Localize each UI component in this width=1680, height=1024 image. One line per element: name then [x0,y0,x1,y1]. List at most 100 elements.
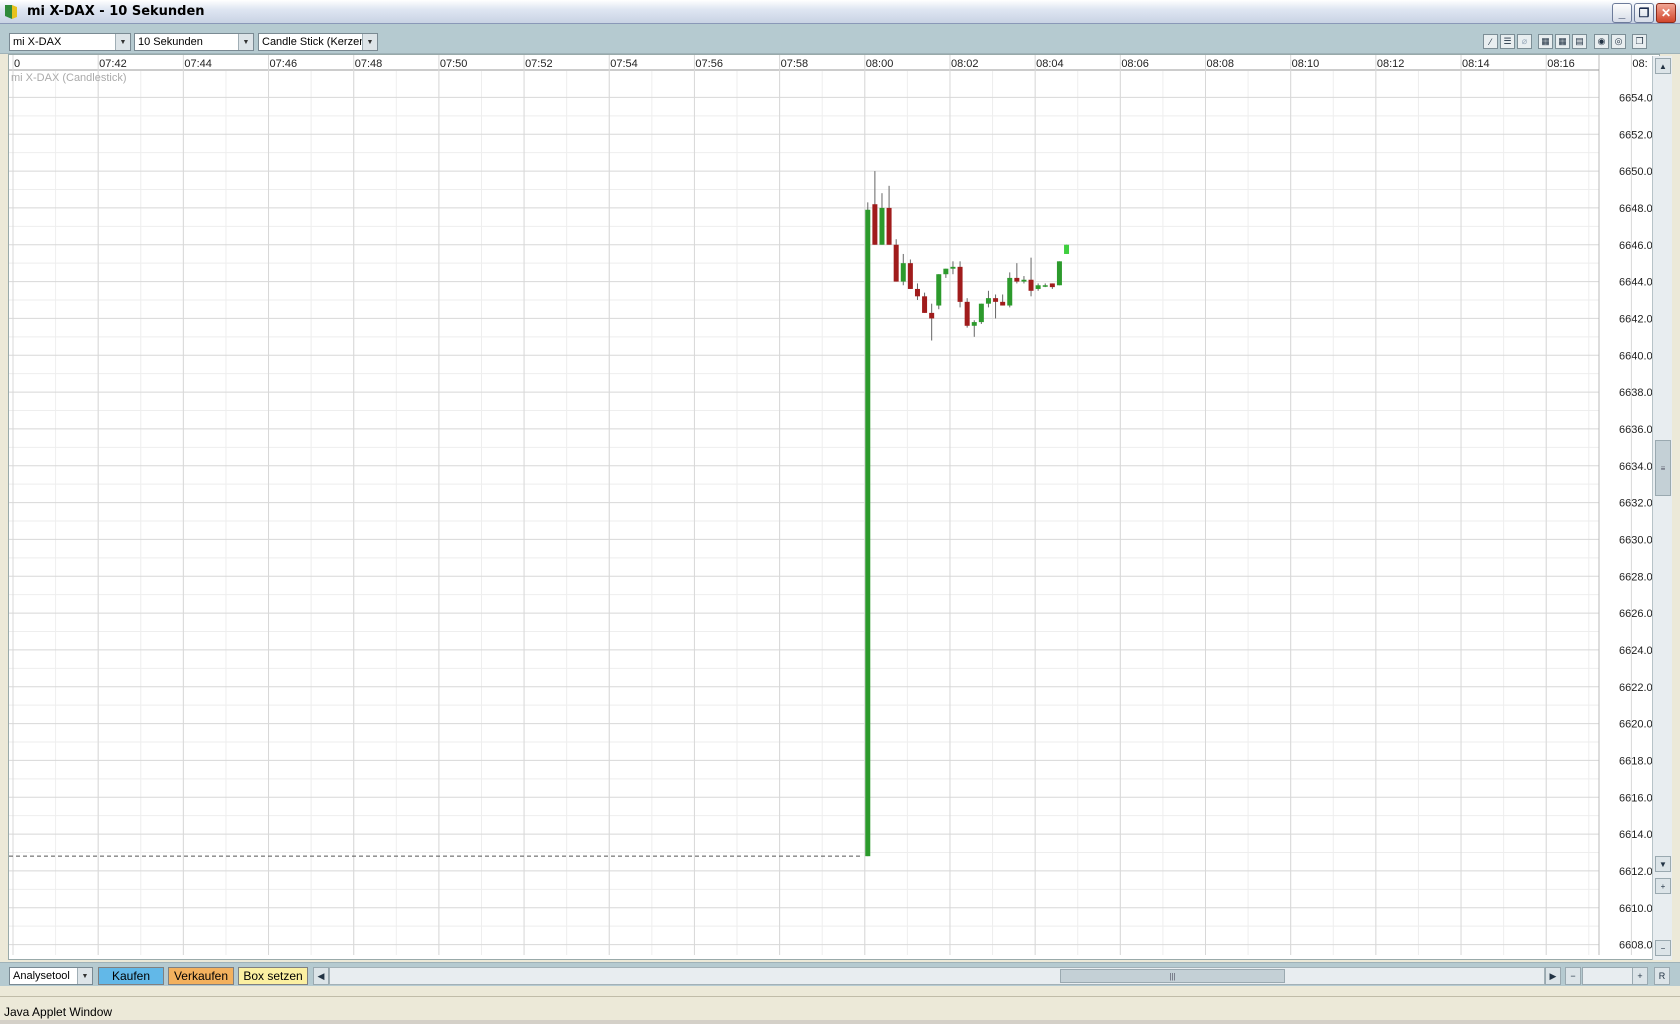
close-button[interactable]: ✕ [1656,3,1676,23]
grid-b-icon[interactable]: ▦ [1555,34,1570,49]
vertical-scroll-thumb[interactable]: ≡ [1655,440,1671,496]
x-tick-label: 08:02 [951,58,979,70]
chevron-down-icon[interactable]: ▼ [77,968,92,984]
grid-c-icon[interactable]: ▤ [1572,34,1587,49]
scroll-right-icon[interactable]: ▶ [1545,967,1561,985]
x-tick-label: 07:48 [355,58,383,70]
y-tick-label: 6654.0 [1619,92,1653,104]
y-tick-label: 6608.0 [1619,940,1653,952]
box-setzen-button[interactable]: Box setzen [238,967,308,985]
y-tick-label: 6614.0 [1619,829,1653,841]
y-tick-label: 6644.0 [1619,277,1653,289]
scroll-down-icon[interactable]: ▼ [1655,856,1671,872]
verkaufen-button[interactable]: Verkaufen [168,967,234,985]
chevron-down-icon[interactable]: ▼ [362,34,377,50]
instrument-select[interactable]: mi X-DAX ▼ [9,33,131,51]
y-tick-label: 6652.0 [1619,129,1653,141]
candle-body [1056,261,1062,286]
y-tick-label: 6648.0 [1619,203,1653,215]
y-tick-label: 6630.0 [1619,534,1653,546]
y-tick-label: 6618.0 [1619,755,1653,767]
candlestick-chart[interactable]: 6654.0 6652.0 6650.0 6648.0 6646.0 6644.0 6642… [9,55,1661,961]
series-label: mi X-DAX (Candlestick) [11,72,127,84]
restore-button[interactable]: ❐ [1634,3,1654,23]
y-tick-label: 6650.0 [1619,166,1653,178]
zoom-in-vertical-icon[interactable]: + [1655,878,1671,894]
candle-body [1064,244,1070,254]
horizontal-lines-icon[interactable]: ☰ [1500,34,1515,49]
minimize-icon: _ [1618,6,1626,20]
x-tick-label: 07:44 [184,58,212,70]
kaufen-button[interactable]: Kaufen [98,967,164,985]
candle-body [914,288,920,297]
window-title: mi X-DAX - 10 Sekunden [27,4,205,19]
scroll-left-icon[interactable]: ◀ [313,967,329,985]
taskbar-strip [0,1020,1680,1024]
reset-view-button[interactable]: R [1654,967,1670,985]
scroll-up-icon[interactable]: ▲ [1655,58,1671,74]
x-tick-label: 07:58 [781,58,809,70]
grid-a-icon[interactable]: ▦ [1538,34,1553,49]
analysetool-select[interactable]: Analysetool ▼ [9,967,93,985]
y-tick-label: 6626.0 [1619,608,1653,620]
candle-body [900,263,906,282]
x-tick-label: 07:54 [610,58,638,70]
candle-body [907,263,913,289]
y-tick-label: 6628.0 [1619,571,1653,583]
status-text: Java Applet Window [4,1005,113,1019]
x-tick-label: 08:04 [1036,58,1064,70]
x-tick-label: 08:12 [1377,58,1405,70]
detach-window-icon[interactable]: ❐ [1632,34,1647,49]
chart-area[interactable]: 6654.0 6652.0 6650.0 6648.0 6646.0 6644.0 6642… [8,54,1660,960]
chevron-down-icon[interactable]: ▼ [238,34,253,50]
candle-body [1000,301,1006,306]
y-tick-label: 6620.0 [1619,719,1653,731]
y-tick-label: 6632.0 [1619,498,1653,510]
x-tick-label: 08:16 [1547,58,1575,70]
y-tick-label: 6624.0 [1619,645,1653,657]
candle-body [893,244,899,282]
zoom-out-vertical-icon[interactable]: − [1655,940,1671,956]
draw-line-icon[interactable]: ⁄ [1483,34,1498,49]
chart-toolbar: mi X-DAX ▼ 10 Sekunden ▼ Candle Stick (K… [0,24,1680,54]
instrument-value: mi X-DAX [13,36,62,48]
eraser-icon[interactable]: ⌀ [1517,34,1532,49]
candle-body [1035,285,1041,289]
options-icon[interactable]: ◎ [1611,34,1626,49]
chart-type-value: Candle Stick (Kerzen [262,36,362,48]
y-tick-label: 6634.0 [1619,461,1653,473]
candle-body [1007,277,1013,306]
candle-body [1021,279,1027,282]
interval-value: 10 Sekunden [138,36,203,48]
y-tick-label: 6638.0 [1619,387,1653,399]
vertical-scrollbar[interactable]: ▲ ≡ ▼ + − [1652,56,1672,960]
y-tick-label: 6622.0 [1619,682,1653,694]
chevron-down-icon[interactable]: ▼ [115,34,130,50]
candle-body [1014,277,1020,282]
zoom-out-horizontal-icon[interactable]: − [1565,967,1581,985]
x-tick-label: 08:06 [1121,58,1149,70]
candle-body [886,207,892,245]
horizontal-scroll-thumb[interactable]: ||| [1060,969,1285,983]
zoom-in-horizontal-icon[interactable]: + [1632,967,1648,985]
candle-body [879,207,885,245]
applet-window: mi X-DAX - 10 Sekunden _ ❐ ✕ mi X-DAX ▼ … [0,0,1680,1024]
y-tick-label: 6610.0 [1619,903,1653,915]
y-tick-label: 6640.0 [1619,350,1653,362]
candle-body [964,301,970,326]
minimize-button[interactable]: _ [1612,3,1632,23]
app-logo-icon [5,5,17,19]
candle-body [872,204,878,245]
title-bar[interactable]: mi X-DAX - 10 Sekunden _ ❐ ✕ [0,0,1680,24]
candle-body [1028,279,1034,291]
y-tick-label: 6616.0 [1619,792,1653,804]
interval-select[interactable]: 10 Sekunden ▼ [134,33,254,51]
x-tick-label: 0 [14,58,20,70]
candle-body [1049,283,1055,288]
horizontal-scrollbar[interactable]: ||| [329,967,1545,985]
close-icon: ✕ [1660,6,1672,20]
y-tick-label: 6642.0 [1619,313,1653,325]
chart-type-select[interactable]: Candle Stick (Kerzen ▼ [258,33,378,51]
settings-icon[interactable]: ◉ [1594,34,1609,49]
x-tick-label: 07:56 [695,58,723,70]
